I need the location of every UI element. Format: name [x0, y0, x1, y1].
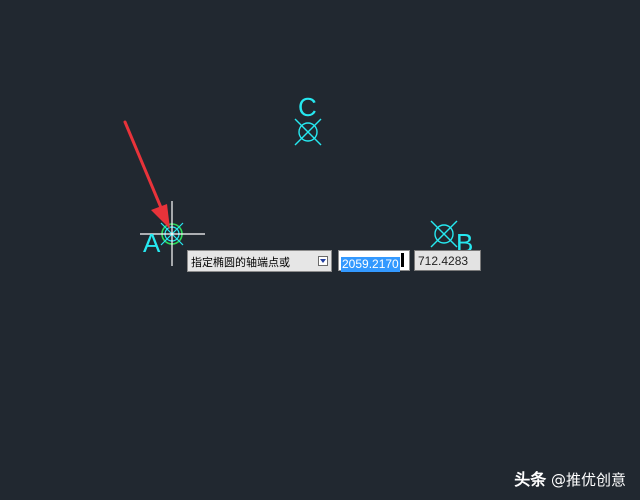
point-c-label: C: [298, 92, 317, 122]
x-coordinate-value: 2059.2170: [341, 257, 400, 272]
y-coordinate-value: 712.4283: [418, 254, 469, 268]
dynamic-input-prompt[interactable]: 指定椭圆的轴端点或: [187, 250, 332, 272]
down-arrow-icon[interactable]: [318, 256, 328, 266]
y-coordinate-input[interactable]: 712.4283: [414, 250, 481, 271]
x-coordinate-input[interactable]: 2059.2170: [338, 250, 410, 272]
watermark: 头条 @推优创意: [514, 466, 626, 490]
watermark-brand: 头条: [514, 470, 547, 489]
watermark-author: @推优创意: [550, 471, 626, 489]
red-arrow-icon: [123, 120, 170, 229]
point-a-label: A: [143, 228, 161, 258]
point-b-marker: [430, 220, 458, 248]
text-caret: [400, 253, 404, 267]
point-c-marker: [294, 118, 322, 146]
prompt-text: 指定椭圆的轴端点或: [191, 256, 290, 269]
